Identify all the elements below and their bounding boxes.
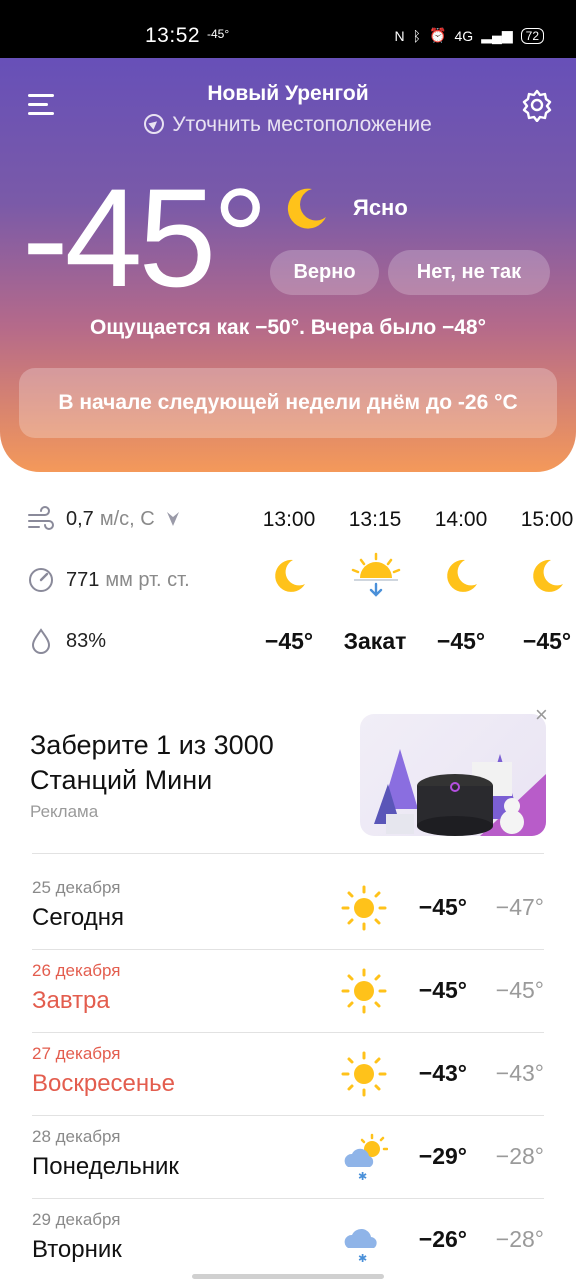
- bluetooth-icon: ᛒ: [412, 27, 422, 44]
- sun-icon: [341, 968, 387, 1014]
- daily-row[interactable]: 27 декабря Воскресенье −43° −43°: [32, 1032, 544, 1115]
- hourly-temp: −45°: [264, 628, 314, 654]
- smart-speaker-illustration: [374, 749, 546, 836]
- ad-title: Заберите 1 из 3000 Станций Мини: [30, 730, 274, 795]
- moon-icon: [447, 559, 477, 592]
- status-temp: -45°: [207, 27, 230, 41]
- sunset-icon: [351, 552, 401, 597]
- current-temperature: -45°: [22, 159, 268, 316]
- pressure-gauge-icon: [29, 568, 53, 592]
- humidity-row: 83%: [26, 626, 106, 656]
- pressure-unit: мм рт. ст.: [105, 568, 190, 591]
- location-arrow-icon: [144, 114, 165, 134]
- day-name: Сегодня: [32, 904, 124, 931]
- hourly-time: 13:00: [262, 508, 316, 531]
- hourly-temp: −45°: [522, 628, 572, 654]
- day-name: Воскресенье: [32, 1070, 176, 1097]
- condition-label: Ясно: [353, 195, 408, 220]
- moon-icon: [275, 559, 305, 592]
- daily-row[interactable]: 26 декабря Завтра −45° −45°: [32, 949, 544, 1032]
- refine-location-link[interactable]: Уточнить местоположение: [0, 113, 576, 137]
- hourly-time: 15:00: [520, 508, 574, 531]
- wind-icon: [28, 506, 54, 530]
- feedback-correct-button[interactable]: Верно: [270, 250, 379, 295]
- feels-like-text: Ощущается как −50°. Вчера было −48°: [89, 316, 487, 339]
- alarm-icon: ⏰: [429, 27, 447, 43]
- moon-icon: [533, 559, 563, 592]
- current-weather-card: Новый Уренгой Уточнить местоположение -4…: [0, 58, 576, 472]
- day-max-temp: −26°: [418, 1226, 467, 1252]
- day-max-temp: −43°: [418, 1060, 467, 1086]
- moon-icon: [287, 188, 326, 229]
- day-min-temp: −47°: [495, 894, 544, 920]
- humidity-value: 83%: [66, 629, 107, 652]
- hourly-time: 14:00: [434, 508, 488, 531]
- details-section: 0,7 м/с, С 771 мм рт. ст. 83% 13:00 −45°…: [0, 490, 576, 670]
- day-date: 29 декабря: [32, 1210, 121, 1229]
- settings-gear-icon[interactable]: [520, 88, 554, 122]
- day-name: Завтра: [32, 987, 110, 1014]
- wind-direction-icon: [166, 512, 179, 526]
- daily-row[interactable]: 28 декабря Понедельник ✱ −29° −28°: [32, 1115, 544, 1198]
- status-icons: N ᛒ ⏰ 4G ▂▄▆ 72: [395, 27, 544, 44]
- day-name: Вторник: [32, 1236, 122, 1263]
- home-indicator[interactable]: [192, 1274, 384, 1279]
- daily-row[interactable]: 29 декабря Вторник ✱ −26° −28°: [32, 1198, 544, 1281]
- sun-icon: [341, 885, 387, 931]
- feedback-wrong-button[interactable]: Нет, не так: [388, 250, 550, 295]
- divider: [32, 853, 544, 854]
- pressure-row: 771 мм рт. ст.: [26, 565, 190, 595]
- ad-product-image: [360, 714, 546, 836]
- day-min-temp: −28°: [495, 1143, 544, 1169]
- status-time: 13:52: [145, 24, 201, 47]
- forecast-alert[interactable]: В начале следующей недели днём до -26 °C: [19, 368, 557, 438]
- day-date: 25 декабря: [32, 878, 121, 897]
- day-min-temp: −45°: [495, 977, 544, 1003]
- day-max-temp: −29°: [418, 1143, 467, 1169]
- sun-icon: [341, 1051, 387, 1097]
- partly-cloudy-snow-icon: ✱: [344, 1133, 388, 1181]
- svg-text:✱: ✱: [358, 1170, 367, 1181]
- battery-icon: 72: [520, 27, 544, 44]
- humidity-drop-icon: [31, 628, 51, 654]
- refine-location-label: Уточнить местоположение: [172, 113, 432, 136]
- hourly-time: 13:15: [348, 508, 402, 531]
- nfc-icon: N: [394, 27, 405, 44]
- close-icon[interactable]: ×: [535, 704, 553, 726]
- status-bar: 13:52 -45° N ᛒ ⏰ 4G ▂▄▆ 72: [0, 0, 576, 58]
- wind-unit: м/с, С: [99, 507, 155, 530]
- day-min-temp: −28°: [495, 1226, 544, 1252]
- day-date: 27 декабря: [32, 1044, 121, 1063]
- hourly-temp: −45°: [436, 628, 486, 654]
- ad-banner[interactable]: Заберите 1 из 3000 Станций Мини Реклама …: [30, 704, 548, 838]
- day-max-temp: −45°: [418, 894, 467, 920]
- city-name[interactable]: Новый Уренгой: [0, 82, 576, 106]
- day-name: Понедельник: [32, 1153, 179, 1180]
- ad-label: Реклама: [30, 802, 99, 821]
- day-min-temp: −43°: [495, 1060, 544, 1086]
- pressure-value: 771: [66, 568, 100, 591]
- wind-row: 0,7 м/с, С: [26, 504, 181, 534]
- wind-value: 0,7: [66, 507, 94, 530]
- day-date: 26 декабря: [32, 961, 121, 980]
- cloud-snow-icon: ✱: [344, 1228, 377, 1264]
- daily-row[interactable]: 25 декабря Сегодня −45° −47°: [32, 866, 544, 949]
- day-date: 28 декабря: [32, 1127, 121, 1146]
- day-max-temp: −45°: [418, 977, 467, 1003]
- network-label: 4G: [454, 27, 474, 44]
- svg-text:✱: ✱: [358, 1252, 367, 1264]
- signal-icon: ▂▄▆: [481, 27, 513, 43]
- hourly-temp: Закат: [343, 628, 407, 654]
